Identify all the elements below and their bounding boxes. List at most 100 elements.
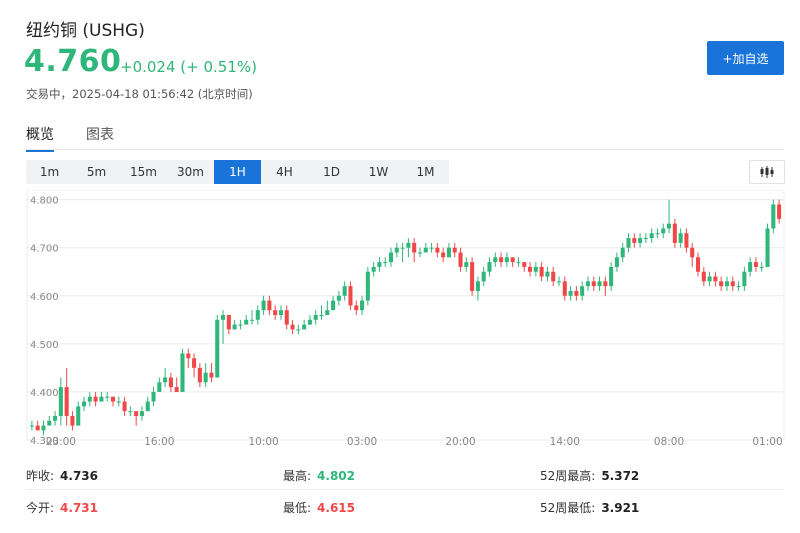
candle-body [64,387,69,416]
candle-body [655,233,660,235]
range-1h[interactable]: 1H [214,160,261,184]
prev-close-value: 4.736 [60,469,99,483]
candle-body [742,271,747,287]
candle-body [134,411,139,416]
candle-body [504,257,509,263]
candle-body [394,247,399,253]
candle-body [417,252,423,254]
candle-body [388,252,394,263]
candle-body [475,281,480,291]
candle-body [81,401,87,407]
chart-type-button[interactable] [749,160,785,184]
x-tick-label: 10:00 [248,436,278,448]
candle-body [197,367,202,383]
candle-body [360,300,365,311]
day-low-label: 最低: [283,501,312,515]
candle-body [383,262,388,264]
range-30m[interactable]: 30m [167,160,214,184]
day-high-value: 4.802 [317,469,356,483]
last-price: 4.760 [24,44,122,79]
candle-body [110,396,116,402]
candle-body [336,295,341,301]
tab-chart[interactable]: 图表 [86,124,114,152]
range-1d[interactable]: 1D [308,160,355,184]
candle-body [533,266,538,272]
tab-bar: 概览 图表 [26,124,114,152]
range-1m[interactable]: 1m [26,160,73,184]
candle-body [203,372,208,383]
candle-body [215,319,220,378]
range-15m[interactable]: 15m [120,160,167,184]
range-1w[interactable]: 1W [355,160,402,184]
candle-body [470,262,475,291]
candle-body [29,425,34,427]
candle-body [690,247,695,258]
candle-body [632,238,637,243]
candle-body [458,252,463,267]
candle-body [145,401,150,412]
x-axis-labels: 23:00 16:00 10:00 03:00 20:00 14:00 08:00 01:00 [46,436,783,448]
candle-body [209,372,214,378]
candle-body [481,271,486,282]
candle-body [180,353,185,392]
tab-divider [26,149,784,150]
candle-body [464,262,469,267]
y-tick-label: 4.600 [30,292,59,303]
price-change: +0.024 (+ 0.51%) [120,58,257,76]
candle-body [70,415,75,426]
tab-overview[interactable]: 概览 [26,124,54,152]
x-tick-label: 23:00 [46,436,76,448]
candle-body [273,310,278,315]
candle-body [400,247,405,249]
candle-body [499,257,504,263]
candle-body [661,228,666,234]
candle-body [493,257,498,263]
candle-body [76,406,81,426]
candle-body [35,425,40,431]
candle-body [163,377,168,383]
range-selector: 1m 5m 15m 30m 1H 4H 1D 1W 1M [26,160,449,184]
low-52w: 52周最低: 3.921 [540,499,639,516]
candle-body [446,247,451,258]
candle-body [591,281,596,287]
candle-body [58,387,63,416]
candle-body [539,266,544,277]
y-tick-label: 4.400 [30,388,59,399]
candle-body [748,262,753,272]
candle-body [771,204,776,229]
instrument-title: 纽约铜 (USHG) [26,21,145,41]
candle-body [354,305,359,311]
candle-body [695,257,701,272]
candle-body [603,281,608,287]
y-tick-label: 4.800 [30,196,59,207]
candle-body [365,271,370,301]
candle-body [678,233,683,243]
candle-body [412,242,417,253]
candle-body [53,415,58,421]
candle-body [249,319,255,321]
candle-body [765,228,770,267]
low-52w-label: 52周最低: [540,501,596,515]
day-low: 最低: 4.615 [283,499,355,516]
candle-body [435,247,440,253]
high-52w-value: 5.372 [601,469,640,483]
candle-body [556,281,562,283]
y-axis-labels: 4.8004.7004.6004.5004.4004.300 [30,196,59,447]
candle-body [319,315,324,316]
range-5m[interactable]: 5m [73,160,120,184]
candle-body [701,271,706,282]
candle-body [41,425,46,431]
candle-body [452,247,457,253]
range-4h[interactable]: 4H [261,160,308,184]
range-1mo[interactable]: 1M [402,160,449,184]
candle-body [707,276,712,282]
candle-body [296,329,301,331]
prev-close-label: 昨收: [26,469,55,483]
candle-body [186,353,191,359]
high-52w-label: 52周最高: [540,469,596,483]
add-watchlist-button[interactable]: +加自选 [707,41,784,75]
candle-body [638,238,643,243]
candle-body [522,262,527,267]
chart-candles [29,199,782,436]
candle-body [441,252,446,258]
